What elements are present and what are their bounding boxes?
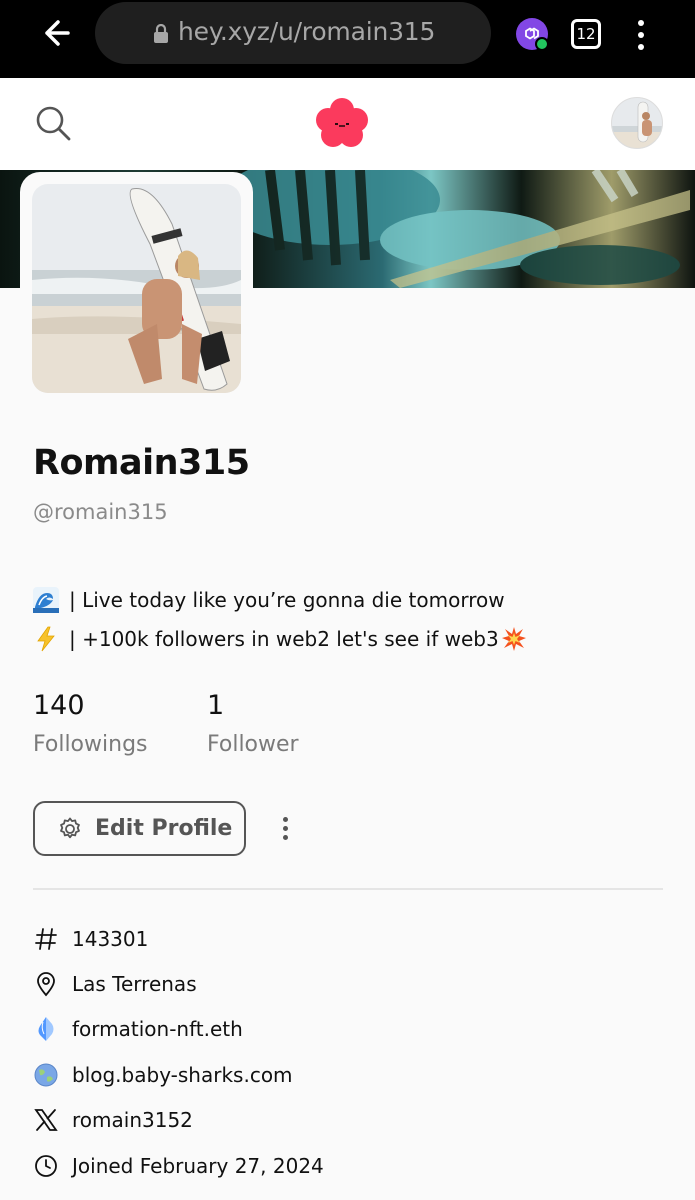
- divider: [33, 888, 663, 890]
- followings-count: 140: [33, 690, 85, 721]
- lock-icon: [154, 24, 168, 43]
- detail-website[interactable]: blog.baby-sharks.com: [33, 1057, 293, 1093]
- profile-bio: | Live today like you’re gonna die tomor…: [33, 580, 673, 658]
- collision-emoji-icon: [501, 626, 526, 651]
- followers-stat[interactable]: 1 Follower: [207, 690, 299, 757]
- followers-label: Follower: [207, 732, 299, 757]
- browser-menu-icon[interactable]: [630, 18, 652, 52]
- edit-profile-button[interactable]: Edit Profile: [33, 801, 246, 856]
- detail-text: romain3152: [72, 1108, 193, 1132]
- gear-icon: [60, 817, 80, 838]
- bio-text: | +100k followers in web2 let's see if w…: [69, 626, 499, 651]
- detail-ens[interactable]: formation-nft.eth: [33, 1011, 243, 1047]
- followers-count: 1: [207, 690, 225, 721]
- wave-emoji-icon: [33, 586, 59, 613]
- hey-logo[interactable]: [316, 98, 368, 148]
- profile-handle: @romain315: [33, 500, 168, 524]
- edit-profile-label: Edit Profile: [95, 816, 233, 841]
- url-text: hey.xyz/u/romain315: [178, 17, 436, 46]
- ens-icon: [33, 1016, 59, 1042]
- address-bar[interactable]: hey.xyz/u/romain315: [95, 2, 491, 64]
- lightning-emoji-icon: [37, 626, 55, 651]
- back-arrow-icon[interactable]: [32, 14, 76, 52]
- app-header: [0, 78, 695, 170]
- detail-text: formation-nft.eth: [72, 1017, 243, 1041]
- profile-photo[interactable]: [20, 172, 253, 405]
- user-avatar[interactable]: [611, 97, 663, 149]
- browser-chrome: hey.xyz/u/romain315 12: [0, 0, 695, 78]
- display-name: Romain315: [33, 443, 250, 483]
- tab-switcher-button[interactable]: 12: [571, 19, 601, 49]
- location-pin-icon: [33, 971, 59, 997]
- clock-icon: [33, 1153, 59, 1179]
- bio-line: | +100k followers in web2 let's see if w…: [33, 619, 673, 658]
- detail-location: Las Terrenas: [33, 966, 197, 1002]
- detail-joined: Joined February 27, 2024: [33, 1148, 324, 1184]
- detail-text: Las Terrenas: [72, 972, 197, 996]
- detail-text: blog.baby-sharks.com: [72, 1063, 293, 1087]
- detail-x-account[interactable]: romain3152: [33, 1102, 193, 1138]
- globe-icon: [33, 1062, 59, 1088]
- bio-line: | Live today like you’re gonna die tomor…: [33, 580, 673, 619]
- detail-profile-id: 143301: [33, 921, 148, 957]
- tab-count: 12: [576, 25, 596, 43]
- followings-label: Followings: [33, 732, 148, 757]
- detail-text: 143301: [72, 927, 149, 951]
- followings-stat[interactable]: 140 Followings: [33, 690, 148, 757]
- more-options-icon[interactable]: [278, 814, 294, 844]
- x-icon: [33, 1107, 59, 1133]
- hash-icon: [33, 926, 59, 952]
- extension-status-dot: [535, 37, 549, 51]
- bio-text: | Live today like you’re gonna die tomor…: [69, 587, 505, 612]
- search-icon[interactable]: [32, 102, 74, 144]
- detail-text: Joined February 27, 2024: [72, 1154, 324, 1178]
